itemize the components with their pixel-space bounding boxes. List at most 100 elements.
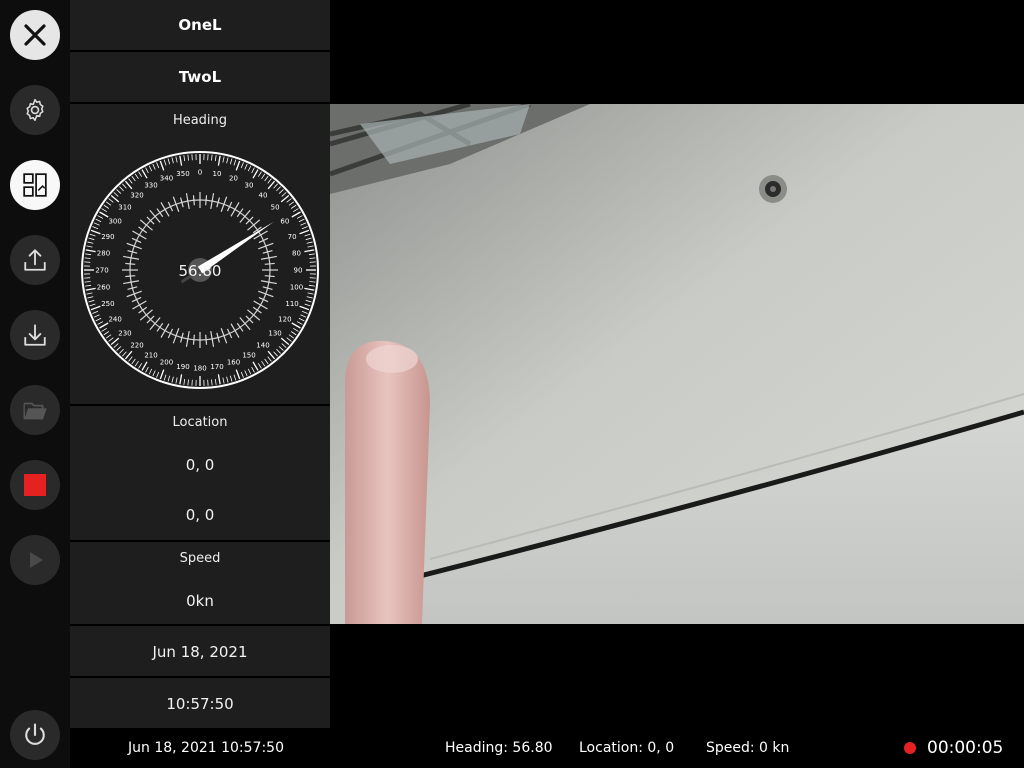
compass-outer-tick [309, 257, 316, 259]
compass-outer-tick [84, 281, 91, 283]
compass-outer-tick [296, 321, 303, 325]
compass-outer-tick [95, 218, 102, 223]
compass-outer-tick [85, 287, 96, 291]
close-button[interactable] [10, 10, 60, 60]
compass-degree-label: 110 [285, 300, 298, 308]
compass-outer-tick [300, 314, 307, 318]
compass-outer-tick [93, 314, 100, 318]
compass-outer-tick [264, 358, 269, 365]
compass-outer-tick [233, 374, 237, 381]
one-l-button[interactable]: OneL [70, 0, 330, 50]
compass-outer-tick [304, 303, 311, 307]
play-button[interactable] [10, 535, 60, 585]
two-l-button[interactable]: TwoL [70, 52, 330, 102]
compass-outer-tick [84, 257, 91, 259]
compass-outer-tick [226, 376, 229, 383]
compass-outer-tick [306, 296, 313, 299]
compass-degree-label: 150 [242, 351, 255, 359]
compass-outer-tick [145, 366, 149, 373]
compass-inner-tick [226, 328, 233, 339]
tool-rail [0, 0, 70, 768]
one-l-label: OneL [178, 16, 222, 34]
compass-outer-tick [229, 375, 233, 382]
compass-outer-tick [119, 348, 124, 354]
upload-button[interactable] [10, 235, 60, 285]
stop-record-icon [24, 474, 46, 496]
compass-inner-tick [138, 226, 148, 234]
compass-outer-tick [251, 167, 255, 174]
compass-degree-label: 230 [118, 329, 131, 337]
compass-outer-tick [299, 305, 310, 311]
compass-outer-tick [273, 351, 278, 357]
compass-outer-tick [116, 189, 122, 194]
compass-inner-tick [160, 202, 170, 217]
compass-outer-tick [305, 299, 312, 303]
compass-degree-label: 50 [271, 204, 280, 212]
compass-outer-tick [134, 360, 139, 367]
compass-inner-tick [205, 195, 208, 206]
compass-inner-tick [253, 300, 268, 310]
compass-outer-tick [85, 249, 96, 253]
compass-outer-tick [90, 305, 101, 311]
download-button[interactable] [10, 310, 60, 360]
compass-degree-label: 180 [193, 365, 206, 373]
compass-outer-tick [308, 253, 315, 256]
layout-switch-button[interactable] [10, 160, 60, 210]
open-folder-button[interactable] [10, 385, 60, 435]
compass-outer-tick [85, 284, 92, 287]
speed-label: Speed [179, 551, 221, 566]
compass-outer-tick [108, 198, 114, 203]
power-button[interactable] [10, 710, 60, 760]
compass-inner-tick [138, 306, 148, 314]
compass-outer-tick [214, 378, 217, 385]
compass-degree-label: 190 [176, 363, 189, 371]
compass-outer-tick [244, 370, 248, 377]
compass-outer-tick [235, 160, 241, 171]
compass-outer-tick [171, 376, 174, 383]
stop-record-button[interactable] [10, 460, 60, 510]
status-heading: Heading: 56.80 [445, 740, 553, 756]
time-section: 10:57:50 [70, 678, 330, 728]
compass-outer-tick [229, 158, 233, 165]
compass-outer-tick [152, 370, 156, 377]
compass-outer-tick [88, 299, 95, 303]
compass-outer-tick [280, 194, 290, 203]
compass-outer-tick [110, 194, 120, 203]
recording-timer: 00:00:05 [927, 738, 1004, 758]
heading-section: Heading 0 10 20 30 40 50 60 70 80 90 100 110 120 130 1… [70, 104, 330, 404]
compass-outer-tick [240, 162, 244, 169]
compass-outer-tick [156, 162, 160, 169]
compass-inner-tick [258, 290, 274, 298]
compass-inner-tick [132, 300, 147, 310]
compass-inner-tick [126, 242, 142, 250]
compass-outer-tick [122, 183, 127, 189]
compass-inner-tick [253, 230, 268, 240]
compass-outer-tick [278, 346, 284, 351]
compass-outer-tick [85, 253, 92, 256]
compass-inner-tick [167, 201, 174, 212]
download-icon [24, 324, 46, 346]
speed-section: Speed 0kn [70, 542, 330, 624]
settings-button[interactable] [10, 85, 60, 135]
compass-outer-tick [300, 222, 307, 226]
compass-outer-tick [175, 156, 178, 163]
compass-outer-tick [235, 369, 241, 380]
compass-outer-tick [124, 350, 133, 360]
compass-inner-tick [167, 328, 174, 339]
time-value: 10:57:50 [166, 695, 234, 713]
compass-outer-tick [134, 173, 139, 180]
compass-outer-tick [86, 245, 93, 248]
compass-outer-tick [99, 322, 109, 329]
status-bar: Jun 18, 2021 10:57:50 Heading: 56.80 Loc… [70, 728, 1024, 768]
compass-inner-tick [160, 323, 170, 338]
compass-inner-tick [131, 296, 142, 303]
compass-outer-tick [211, 154, 213, 161]
compass-outer-tick [101, 327, 107, 332]
compass-outer-tick [233, 159, 237, 166]
play-icon [30, 552, 43, 568]
heading-value: 56.80 [178, 262, 222, 280]
compass-inner-tick [236, 322, 244, 332]
compass-outer-tick [222, 377, 225, 384]
power-icon [25, 723, 45, 745]
compass-outer-tick [301, 226, 308, 230]
